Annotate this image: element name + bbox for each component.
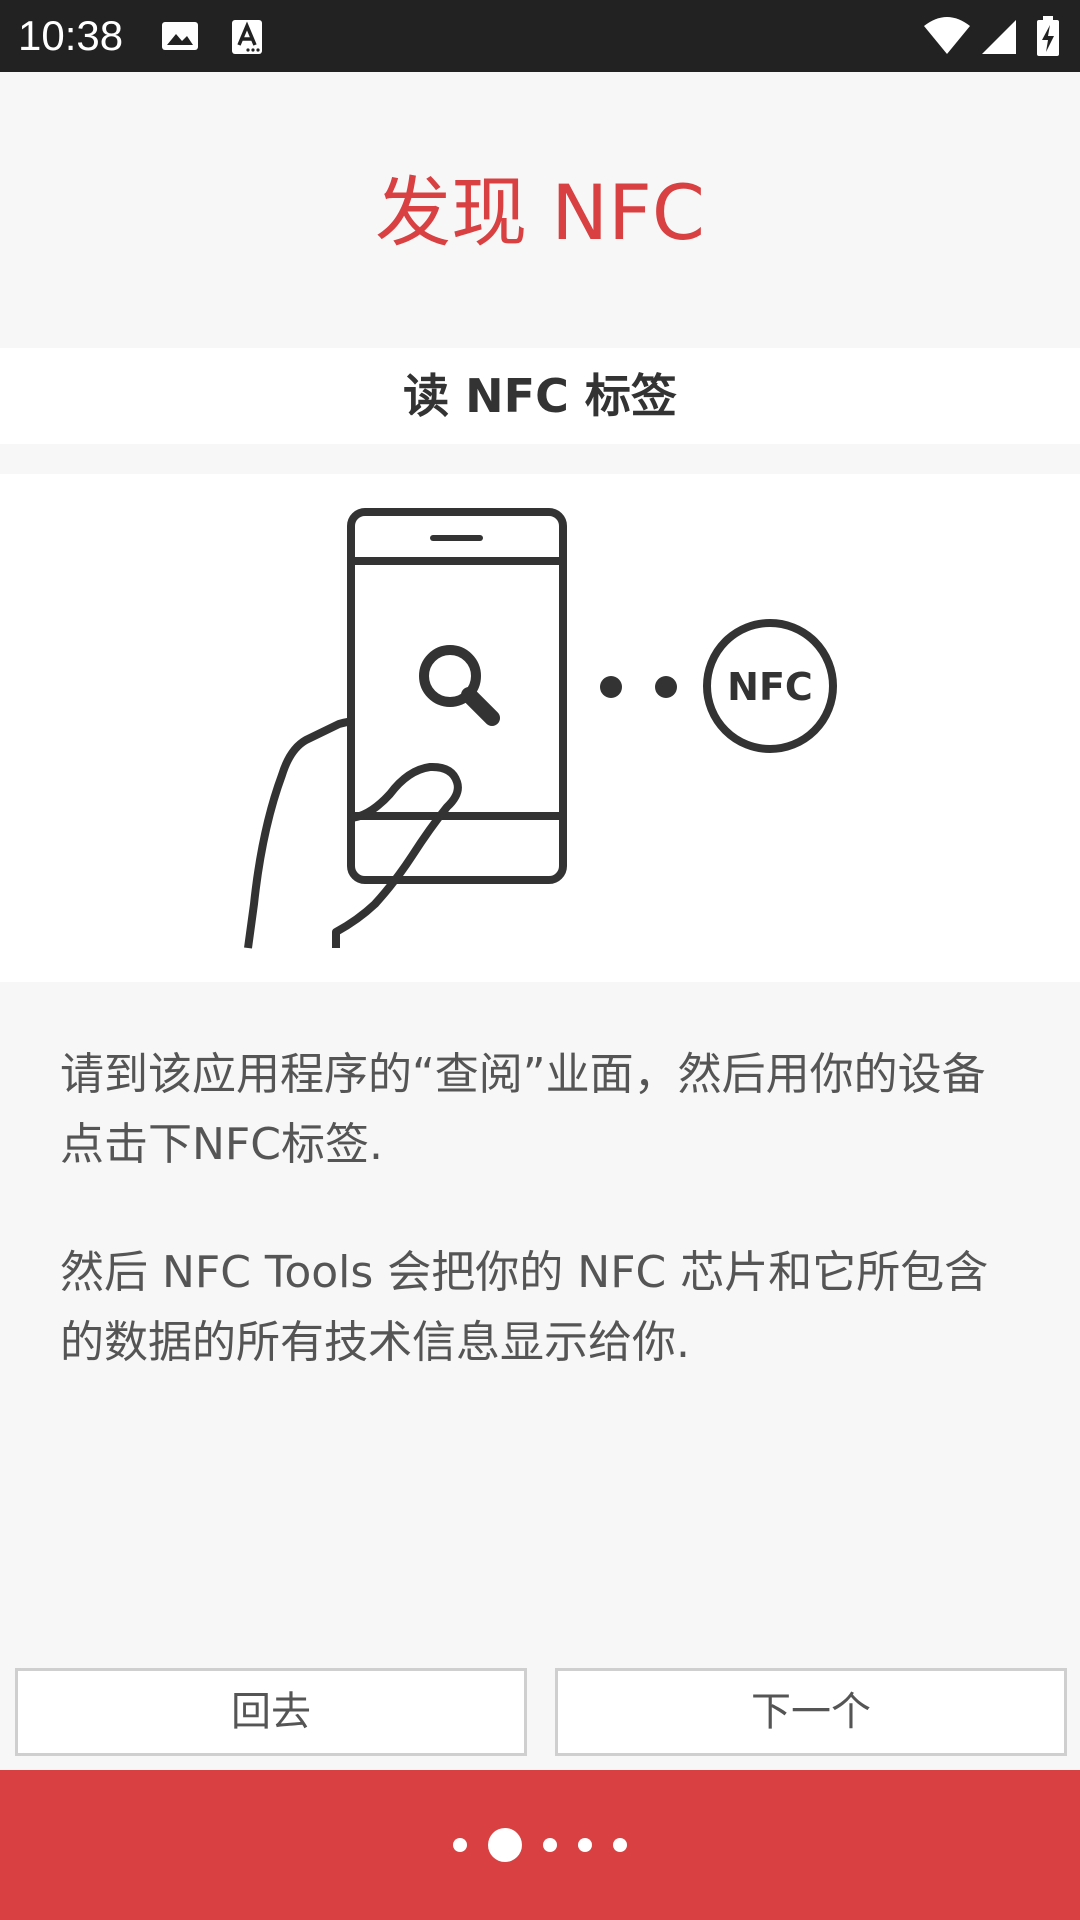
page-dot bbox=[543, 1838, 557, 1852]
page-dot bbox=[453, 1838, 467, 1852]
battery-charging-icon bbox=[1037, 16, 1059, 56]
phone-nfc-illustration: NFC bbox=[244, 508, 837, 949]
section-subtitle-band: 读 NFC 标签 bbox=[0, 348, 1080, 444]
connection-dots bbox=[600, 676, 677, 698]
description-paragraph-2: 然后 NFC Tools 会把你的 NFC 芯片和它所包含的数据的所有技术信息显… bbox=[60, 1247, 989, 1368]
pager-bar bbox=[0, 1770, 1080, 1920]
illustration: NFC bbox=[0, 474, 1080, 982]
status-time: 10:38 bbox=[18, 12, 124, 59]
nfc-badge-icon: NFC bbox=[703, 619, 837, 753]
page-dot bbox=[613, 1838, 627, 1852]
signal-icon bbox=[982, 20, 1016, 54]
description-paragraph-1: 请到该应用程序的“查阅”业面，然后用你的设备点击下NFC标签. bbox=[60, 1049, 986, 1170]
page-dot-active bbox=[488, 1828, 522, 1862]
section-subtitle: 读 NFC 标签 bbox=[403, 369, 677, 423]
description: 请到该应用程序的“查阅”业面，然后用你的设备点击下NFC标签. 然后 NFC T… bbox=[60, 1040, 1020, 1436]
nfc-badge-label: NFC bbox=[727, 665, 813, 709]
page-title: 发现 NFC bbox=[375, 168, 705, 257]
search-icon bbox=[419, 645, 500, 726]
back-button[interactable]: 回去 bbox=[15, 1668, 527, 1756]
a-keyboard-icon bbox=[232, 20, 262, 54]
page-dot bbox=[578, 1838, 592, 1852]
status-bar: 10:38 bbox=[0, 0, 1080, 72]
next-button[interactable]: 下一个 bbox=[555, 1668, 1067, 1756]
image-icon bbox=[162, 22, 198, 50]
header: 发现 NFC bbox=[0, 72, 1080, 348]
wifi-icon bbox=[924, 17, 970, 54]
